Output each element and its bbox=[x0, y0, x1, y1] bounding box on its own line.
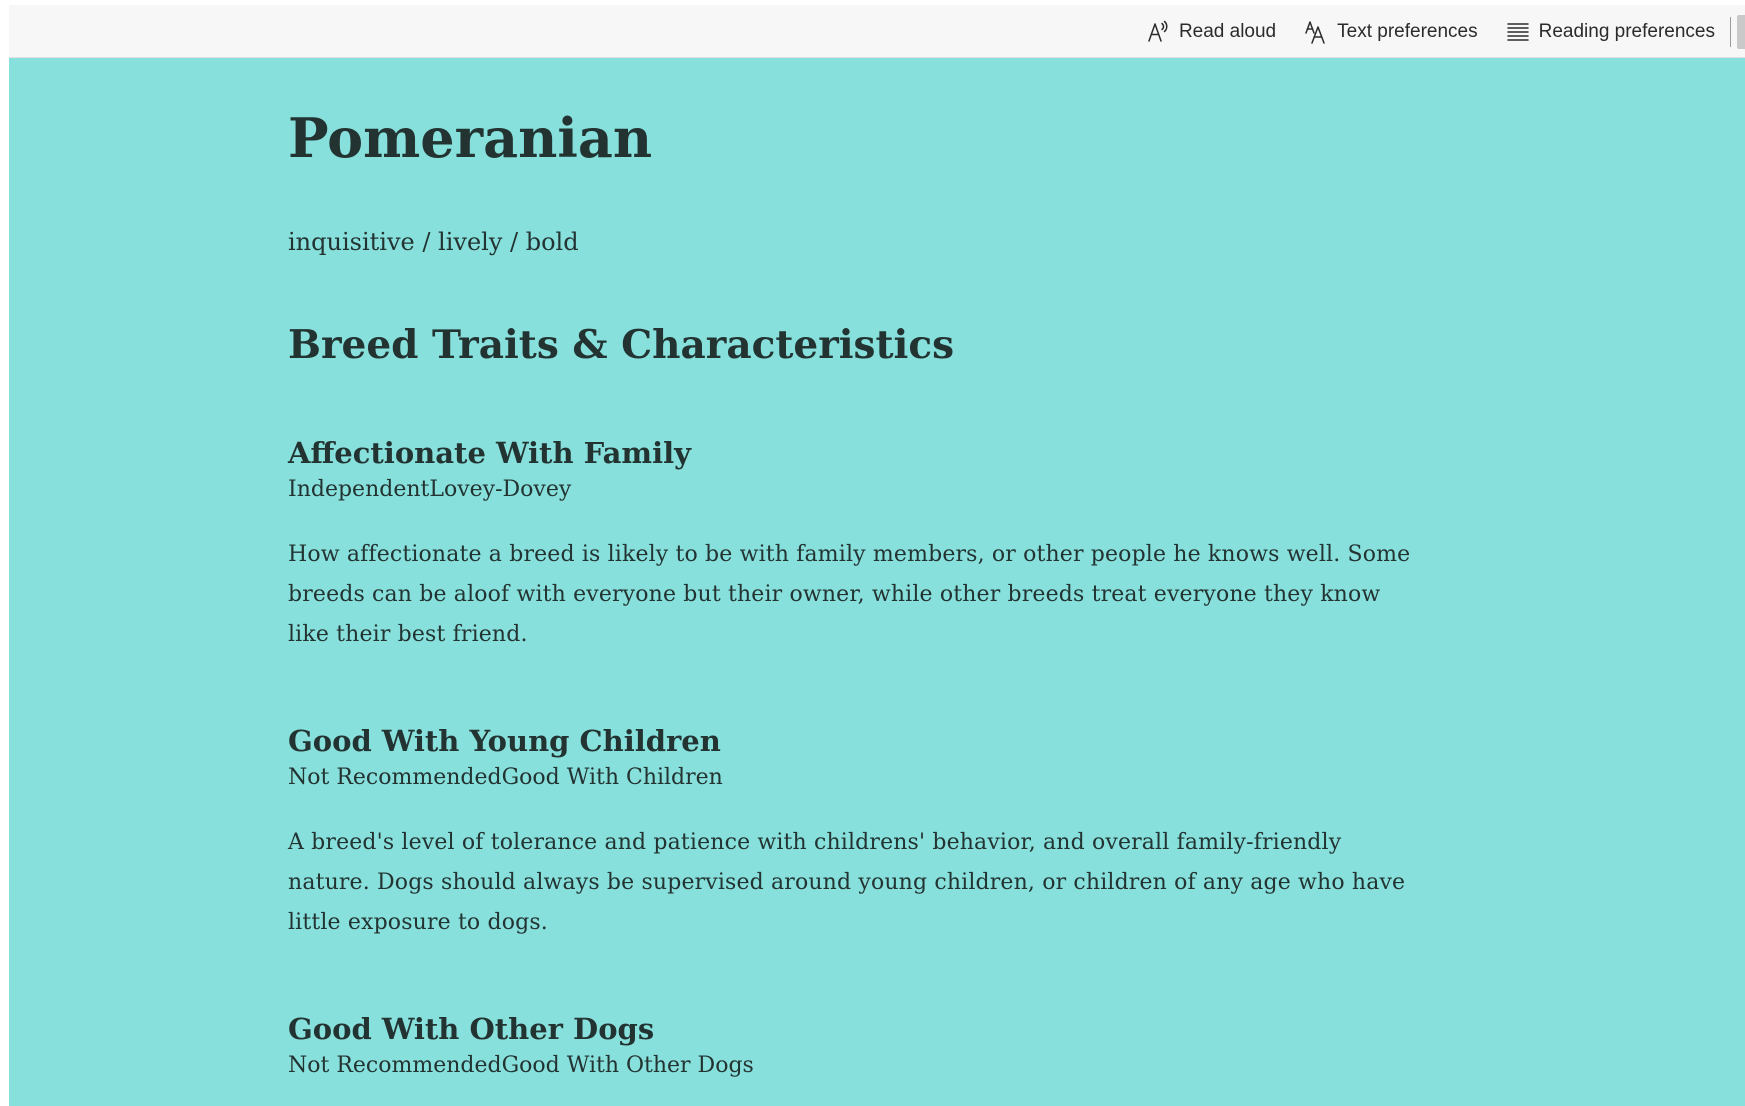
trait-scale: IndependentLovey-Dovey bbox=[288, 477, 572, 502]
trait-title: Affectionate With Family bbox=[288, 436, 691, 470]
trait-description: A breed's level of tolerance and patienc… bbox=[288, 830, 1406, 935]
toolbar-divider bbox=[1730, 17, 1731, 47]
section-title: Breed Traits & Characteristics bbox=[288, 322, 955, 368]
page-title: Pomeranian bbox=[288, 106, 653, 170]
reader-page: Pomeranian inquisitive / lively / bold B… bbox=[9, 58, 1745, 1106]
read-aloud-label: Read aloud bbox=[1178, 20, 1277, 42]
toolbar-items: Read aloud Text preferences Reading pref… bbox=[1146, 5, 1715, 58]
reader-window: Read aloud Text preferences Reading pref… bbox=[9, 5, 1745, 1106]
read-aloud-icon bbox=[1146, 20, 1170, 44]
text-preferences-button[interactable]: Text preferences bbox=[1304, 20, 1478, 44]
read-aloud-button[interactable]: Read aloud bbox=[1146, 20, 1276, 44]
toolbar-overflow-edge[interactable] bbox=[1737, 15, 1745, 49]
reading-preferences-icon bbox=[1506, 20, 1530, 44]
trait-scale: Not RecommendedGood With Other Dogs bbox=[288, 1053, 754, 1078]
trait-title: Good With Other Dogs bbox=[288, 1012, 655, 1046]
reading-preferences-label: Reading preferences bbox=[1538, 20, 1715, 42]
text-preferences-label: Text preferences bbox=[1337, 20, 1478, 42]
breed-tagline: inquisitive / lively / bold bbox=[288, 228, 579, 256]
trait-scale: Not RecommendedGood With Children bbox=[288, 765, 723, 790]
trait-description: How affectionate a breed is likely to be… bbox=[288, 542, 1411, 647]
trait-title: Good With Young Children bbox=[288, 724, 721, 758]
trait-good-with-young-children: Good With Young Children Not Recommended… bbox=[288, 723, 1418, 943]
trait-good-with-other-dogs: Good With Other Dogs Not RecommendedGood… bbox=[288, 1011, 1418, 1081]
reading-preferences-button[interactable]: Reading preferences bbox=[1506, 20, 1715, 44]
trait-affectionate-with-family: Affectionate With Family IndependentLove… bbox=[288, 435, 1418, 655]
reader-toolbar: Read aloud Text preferences Reading pref… bbox=[9, 5, 1745, 58]
text-preferences-icon bbox=[1304, 20, 1328, 44]
